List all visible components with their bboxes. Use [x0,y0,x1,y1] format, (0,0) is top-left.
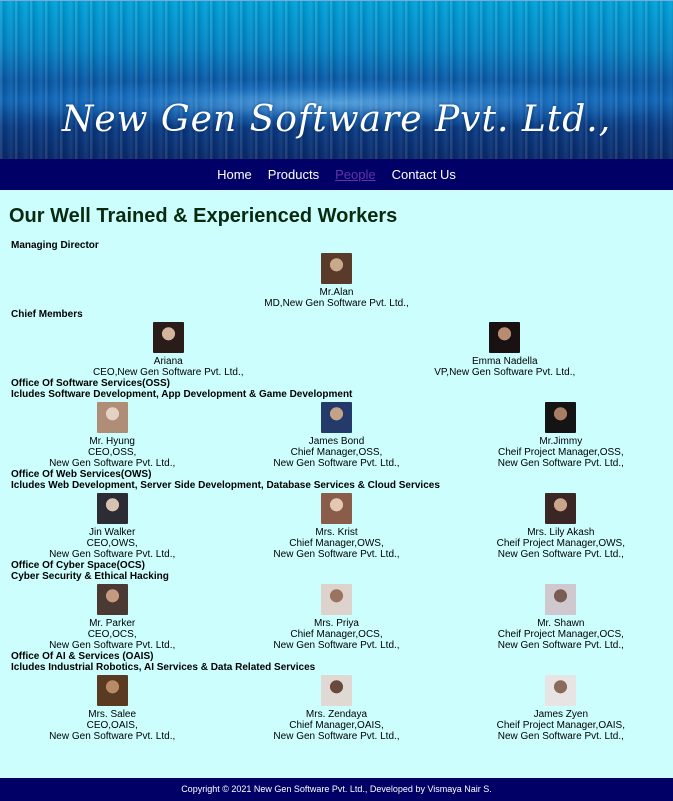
member-role: Chief Manager,OAIS, [289,720,384,731]
member-photo [152,322,184,353]
member-org: New Gen Software Pvt. Ltd., [497,731,624,742]
section-title: Managing Director [11,240,99,251]
member-photo [545,493,577,524]
member-photo [545,675,577,706]
member-role: MD,New Gen Software Pvt. Ltd., [264,298,409,309]
member-org: New Gen Software Pvt. Ltd., [273,458,400,469]
member-org: New Gen Software Pvt. Ltd., [273,731,400,742]
member-name: Mr.Jimmy [539,436,583,447]
member-card: Mr. Parker CEO,OCS, New Gen Software Pvt. … [0,582,224,651]
member-card: Mr. Hyung CEO,OSS, New Gen Software Pvt. L… [0,400,224,469]
member-name: Mrs. Salee [88,709,137,720]
member-role: Chief Manager,OWS, [289,538,384,549]
member-name: James Zyen [533,709,589,720]
member-photo [489,322,521,353]
member-card: Mrs. Zendaya Chief Manager,OAIS, New Gen S… [224,673,448,742]
member-photo [96,675,128,706]
nav-people[interactable]: People [335,167,375,182]
nav-products[interactable]: Products [268,167,319,182]
member-role: Cheif Project Manager,OAIS, [496,720,626,731]
member-photo [321,253,352,284]
member-org: New Gen Software Pvt. Ltd., [49,458,176,469]
member-photo [320,402,352,433]
member-org: New Gen Software Pvt. Ltd., [273,640,400,651]
member-card: James Bond Chief Manager,OSS, New Gen Soft… [224,400,448,469]
member-photo [545,584,577,615]
member-role: CEO,OWS, [86,538,138,549]
member-photo [545,402,577,433]
nav-home[interactable]: Home [217,167,252,182]
member-card: Mr.Jimmy Cheif Project Manager,OSS, New Ge… [449,400,673,469]
member-card: Mrs. Salee CEO,OAIS, New Gen Software Pvt.… [0,673,224,742]
member-org: New Gen Software Pvt. Ltd., [49,549,176,560]
member-name: James Bond [308,436,365,447]
section-subtitle: Icludes Web Development, Server Side Dev… [11,480,440,491]
member-role: CEO,OAIS, [86,720,138,731]
member-card: Emma Nadella VP,New Gen Software Pvt. Ltd… [337,320,673,378]
member-card: Mr. Shawn Cheif Project Manager,OCS, New G… [449,582,673,651]
member-org: New Gen Software Pvt. Ltd., [497,640,624,651]
member-name: Mrs. Krist [315,527,358,538]
section-title: Office Of Web Services(OWS) [11,469,152,480]
member-card: Jin Walker CEO,OWS, New Gen Software Pvt. … [0,491,224,560]
member-row: Mrs. Salee CEO,OAIS, New Gen Software Pvt.… [0,673,673,742]
nav-contact-us[interactable]: Contact Us [392,167,456,182]
member-card: James Zyen Cheif Project Manager,OAIS, New… [449,673,673,742]
section-title: Office Of Cyber Space(OCS) [11,560,145,571]
member-photo [320,675,352,706]
member-role: Cheif Project Manager,OWS, [496,538,626,549]
member-role: CEO,New Gen Software Pvt. Ltd., [92,367,244,378]
member-card: Ariana CEO,New Gen Software Pvt. Ltd., [0,320,337,378]
section-title: Chief Members [11,309,83,320]
member-role: VP,New Gen Software Pvt. Ltd., [434,367,576,378]
member-name: Mrs. Lily Akash [527,527,595,538]
section-subtitle: Icludes Software Development, App Develo… [11,389,353,400]
member-row: Mr. Hyung CEO,OSS, New Gen Software Pvt. L… [0,400,673,469]
member-name: Jin Walker [89,527,136,538]
header-banner: New Gen Software Pvt. Ltd., [0,0,673,160]
main-nav: Home Products People Contact Us [0,159,673,190]
member-photo [320,584,352,615]
member-role: CEO,OSS, [87,447,137,458]
member-name: Mr.Alan [319,287,354,298]
section-title: Office Of Software Services(OSS) [11,378,170,389]
page-title: Our Well Trained & Experienced Workers [9,205,398,227]
member-name: Mr. Hyung [89,436,135,447]
section-subtitle: Icludes Industrial Robotics, AI Services… [11,662,316,673]
people-directory: Managing Director Mr.Alan MD,New Gen Softw… [0,240,673,742]
member-name: Ariana [153,356,183,367]
member-photo [96,493,128,524]
member-card: Mrs. Priya Chief Manager,OCS, New Gen Soft… [224,582,448,651]
member-role: Chief Manager,OSS, [290,447,383,458]
member-card: Mrs. Krist Chief Manager,OWS, New Gen Soft… [224,491,448,560]
member-row: Mr.Alan MD,New Gen Software Pvt. Ltd., [0,251,673,309]
member-photo [96,584,128,615]
member-role: Cheif Project Manager,OCS, [497,629,624,640]
member-role: Cheif Project Manager,OSS, [498,447,624,458]
member-name: Mr. Parker [89,618,136,629]
member-card: Mrs. Lily Akash Cheif Project Manager,OWS… [449,491,673,560]
section-subtitle: Cyber Security & Ethical Hacking [11,571,169,582]
member-name: Emma Nadella [471,356,538,367]
member-row: Ariana CEO,New Gen Software Pvt. Ltd., Emm… [0,320,673,378]
member-org: New Gen Software Pvt. Ltd., [49,731,176,742]
member-role: Chief Manager,OCS, [290,629,383,640]
member-org: New Gen Software Pvt. Ltd., [49,640,176,651]
member-name: Mrs. Priya [313,618,359,629]
member-org: New Gen Software Pvt. Ltd., [273,549,400,560]
footer: Copyright © 2021 New Gen Software Pvt. L… [0,778,673,801]
member-org: New Gen Software Pvt. Ltd., [497,458,624,469]
member-role: CEO,OCS, [87,629,137,640]
member-photo [96,402,128,433]
site-logo: New Gen Software Pvt. Ltd., [61,99,612,140]
member-card: Mr.Alan MD,New Gen Software Pvt. Ltd., [0,251,673,309]
member-row: Jin Walker CEO,OWS, New Gen Software Pvt. … [0,491,673,560]
member-row: Mr. Parker CEO,OCS, New Gen Software Pvt. … [0,582,673,651]
member-photo [320,493,352,524]
section-title: Office Of AI & Services (OAIS) [11,651,154,662]
member-name: Mr. Shawn [537,618,585,629]
member-name: Mrs. Zendaya [305,709,368,720]
member-org: New Gen Software Pvt. Ltd., [497,549,624,560]
